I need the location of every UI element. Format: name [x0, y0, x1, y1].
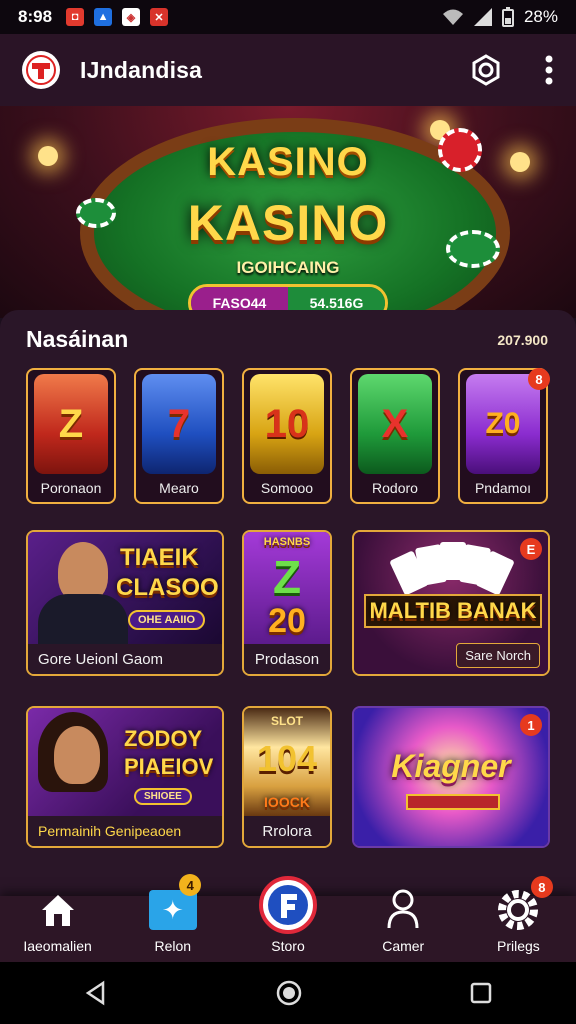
notification-icon-2: ▲	[94, 8, 113, 26]
nav-label: Prilegs	[497, 938, 540, 954]
game-card[interactable]: HASNBS Z 20 Prodason	[242, 530, 332, 676]
game-card[interactable]: Kiagner 1	[352, 706, 550, 848]
card-art-top: SLOT	[271, 714, 303, 728]
host-portrait	[54, 726, 100, 784]
nav-label: Relon	[154, 938, 192, 954]
card-art-top: TIAEIK	[120, 544, 199, 571]
app-logo-icon[interactable]	[22, 51, 60, 89]
home-icon	[32, 884, 84, 936]
bottom-nav: Iaeomalien ✦ 4 Relon Storo Camer 8 Prile…	[0, 874, 576, 962]
slot-badge: 8	[528, 368, 550, 390]
game-card-caption: Gore Ueionl Gaom	[28, 644, 222, 674]
shield-notification-icon: ◈	[122, 8, 141, 26]
slot-reel: Z0	[466, 374, 540, 474]
section-count: 207.900	[497, 332, 548, 348]
nav-label: Iaeomalien	[23, 938, 92, 954]
nav-item-store[interactable]: Storo	[230, 876, 345, 962]
app-title: IJndandisa	[80, 56, 203, 83]
game-card-caption: Sare Norch	[456, 643, 540, 668]
slot-tile[interactable]: Z Poronaon	[26, 368, 116, 504]
recents-icon[interactable]	[469, 981, 493, 1005]
nav-item-prilegs[interactable]: 8 Prilegs	[461, 876, 576, 962]
card-badge: 1	[520, 714, 542, 736]
card-art-main: Z	[272, 551, 302, 603]
game-card-art: SLOT 104 IOOCK	[244, 708, 330, 820]
slot-reel: Z	[34, 374, 108, 474]
card-art-top: HASNBS	[263, 536, 311, 548]
wifi-icon	[442, 9, 463, 25]
card-art-main: MALTIB BANAK	[364, 594, 542, 628]
system-nav-bar	[0, 962, 576, 1024]
store-icon	[259, 876, 317, 934]
hero-title-top: KASINO	[207, 140, 369, 184]
card-art-sub: IOOCK	[264, 794, 310, 810]
card-art-sub: OHE AAIIO	[128, 610, 206, 630]
nav-badge: 8	[530, 876, 553, 898]
nav-label: Storo	[271, 938, 305, 954]
battery-icon	[501, 7, 514, 27]
card-art-main: CLASOO	[116, 574, 219, 601]
game-card-art: MALTIB BANAK Sare Norch	[354, 532, 548, 674]
nav-item-relon[interactable]: ✦ 4 Relon	[115, 874, 230, 962]
game-card-caption: Permainih Genipeaoen	[28, 816, 222, 846]
status-time: 8:98	[18, 7, 53, 26]
more-menu-icon[interactable]	[544, 55, 554, 85]
game-card-caption: Prodason	[244, 644, 330, 674]
nav-item-home[interactable]: Iaeomalien	[0, 895, 115, 962]
playing-cards-icon	[389, 542, 515, 602]
slot-tile[interactable]: 10 Somooo	[242, 368, 332, 504]
card-art-main: 104	[256, 738, 318, 779]
game-card[interactable]: ZODOY PIAEIOV SHIOEE Permainih Genipeaoe…	[26, 706, 224, 848]
notification-icon-3: ✕	[150, 8, 169, 26]
slot-label: Poronaon	[40, 480, 102, 496]
card-art-main: PIAEIOV	[124, 754, 214, 779]
slot-label: Pndamoı	[474, 480, 532, 496]
signal-icon	[473, 8, 492, 26]
game-card-caption: Rrolora	[244, 816, 330, 846]
status-bar: 8:98 ◘ ▲ ◈ ✕ 28%	[0, 0, 576, 34]
game-card[interactable]: TIAEIK CLASOO OHE AAIIO Gore Ueionl Gaom	[26, 530, 224, 676]
card-badge: E	[520, 538, 542, 560]
slot-tile[interactable]: X Rodoro	[350, 368, 440, 504]
host-portrait	[58, 542, 108, 602]
hero-subtitle: IGOIHCAING	[236, 258, 340, 277]
camera-settings-icon[interactable]	[468, 52, 504, 88]
back-icon[interactable]	[83, 980, 109, 1006]
card-art-main: Kiagner	[391, 748, 511, 784]
nav-item-camer[interactable]: Camer	[346, 889, 461, 962]
slot-reel: 7	[142, 374, 216, 474]
home-button-icon[interactable]	[275, 979, 303, 1007]
battery-percent: 28%	[523, 7, 558, 26]
game-card-art: TIAEIK CLASOO OHE AAIIO	[28, 532, 222, 654]
hero-title-main: KASINO	[187, 195, 389, 251]
slot-tile[interactable]: 7 Mearo	[134, 368, 224, 504]
slot-label: Rodoro	[372, 480, 418, 496]
slot-label: Somooo	[260, 480, 314, 496]
game-card[interactable]: MALTIB BANAK Sare Norch E	[352, 530, 550, 676]
card-art-top: ZODOY	[124, 726, 203, 751]
card-art-sub: SHIOEE	[134, 788, 192, 805]
slot-label: Mearo	[159, 480, 199, 496]
nav-label: Camer	[382, 938, 425, 954]
slot-reel: 10	[250, 374, 324, 474]
card-art-main2: 20	[268, 602, 306, 640]
game-card-art: HASNBS Z 20	[244, 532, 330, 648]
notification-icon-1: ◘	[66, 8, 85, 26]
hero-banner[interactable]: KASINO KASINO IGOIHCAING FASO44 54.516G	[0, 106, 576, 318]
section-title: Nasáinan	[26, 326, 129, 352]
person-icon	[377, 884, 429, 936]
game-card-art: ZODOY PIAEIOV SHIOEE	[28, 708, 222, 820]
game-card[interactable]: SLOT 104 IOOCK Rrolora	[242, 706, 332, 848]
app-bar: IJndandisa	[0, 34, 576, 106]
card-ribbon	[406, 794, 500, 810]
games-panel: Nasáinan 207.900 Z Poronaon 7 Mearo 10 S…	[0, 310, 576, 896]
game-card-art: Kiagner	[354, 708, 548, 846]
slot-reel: X	[358, 374, 432, 474]
